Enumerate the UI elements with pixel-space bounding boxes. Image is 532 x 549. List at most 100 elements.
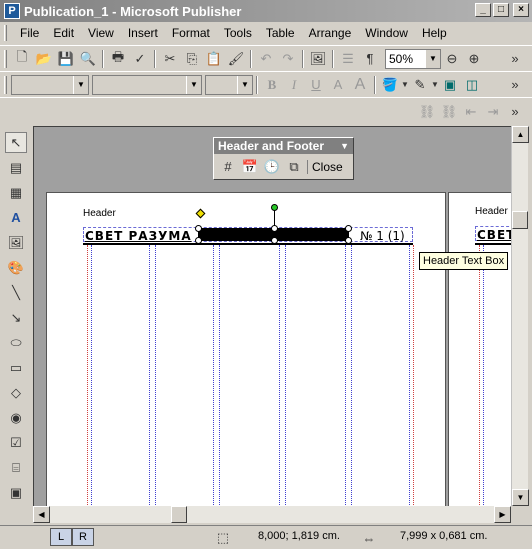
- menu-window[interactable]: Window: [358, 24, 415, 42]
- minimize-button[interactable]: _: [475, 3, 491, 17]
- toolbar-grip[interactable]: [4, 49, 7, 68]
- cut-icon[interactable]: ✂: [159, 48, 181, 70]
- chevron-down-icon[interactable]: ▼: [401, 74, 409, 96]
- select-pointer-icon[interactable]: ↖: [5, 132, 27, 154]
- menu-format[interactable]: Format: [165, 24, 217, 42]
- resize-handle[interactable]: [195, 225, 202, 232]
- page-tab-right[interactable]: R: [72, 528, 94, 546]
- font-combo[interactable]: ▼: [92, 74, 202, 95]
- arrow-icon[interactable]: ↘: [5, 308, 27, 329]
- fill-color-icon[interactable]: 🪣: [379, 74, 401, 96]
- close-button[interactable]: ×: [513, 3, 529, 17]
- design-gallery-icon[interactable]: ▣: [5, 483, 27, 504]
- vertical-scroll-thumb[interactable]: [512, 211, 528, 229]
- shadow-icon[interactable]: ▣: [439, 74, 461, 96]
- zoom-combo[interactable]: 50% ▼: [385, 48, 441, 69]
- font-size-combo[interactable]: ▼: [205, 74, 253, 95]
- menu-help[interactable]: Help: [415, 24, 454, 42]
- paste-icon[interactable]: 📋: [203, 48, 225, 70]
- style-combo[interactable]: ▼: [11, 74, 89, 95]
- header-number[interactable]: № 1 (1): [360, 229, 405, 243]
- previous-frame-icon[interactable]: ⇤: [460, 101, 482, 123]
- chevron-down-icon[interactable]: ▼: [73, 75, 88, 94]
- header-footer-titlebar[interactable]: Header and Footer ▼: [214, 138, 353, 154]
- clipart-icon[interactable]: 🎨: [5, 257, 27, 278]
- text-box-icon[interactable]: ▤: [5, 157, 27, 178]
- oval-icon[interactable]: ⬭: [5, 333, 27, 354]
- italic-icon[interactable]: I: [283, 74, 305, 96]
- chevron-down-icon[interactable]: ▼: [186, 75, 201, 94]
- open-icon[interactable]: 📂: [33, 48, 55, 70]
- insert-object-icon[interactable]: 🖼: [307, 48, 329, 70]
- link-icon[interactable]: ⛓: [416, 101, 438, 123]
- menu-edit[interactable]: Edit: [46, 24, 81, 42]
- horizontal-scroll-thumb[interactable]: [171, 506, 187, 523]
- chevron-down-icon[interactable]: ▼: [237, 75, 252, 94]
- chevron-down-icon[interactable]: ▼: [425, 49, 440, 68]
- scroll-down-icon[interactable]: ▼: [512, 489, 529, 506]
- adjust-handle[interactable]: [195, 208, 206, 219]
- chevron-down-icon[interactable]: ▼: [340, 138, 349, 154]
- switch-header-footer-icon[interactable]: ⧉: [283, 156, 305, 178]
- menu-tools[interactable]: Tools: [217, 24, 259, 42]
- menu-table[interactable]: Table: [259, 24, 302, 42]
- zoom-out-icon[interactable]: ⊖: [441, 48, 463, 70]
- vertical-scrollbar[interactable]: ▲ ▼: [511, 126, 529, 506]
- autoshapes-icon[interactable]: ◇: [5, 383, 27, 404]
- picture-frame-icon[interactable]: 🖼: [5, 232, 27, 253]
- bold-icon[interactable]: B: [261, 74, 283, 96]
- print-icon[interactable]: 🖶: [107, 48, 129, 70]
- toolbar-options-icon[interactable]: »: [504, 74, 526, 96]
- rectangle-icon[interactable]: ▭: [5, 358, 27, 379]
- spelling-icon[interactable]: ✓: [129, 48, 151, 70]
- line-color-icon[interactable]: ✎: [409, 74, 431, 96]
- increase-font-icon[interactable]: A: [349, 74, 371, 96]
- maximize-button[interactable]: □: [493, 3, 509, 17]
- horizontal-scrollbar[interactable]: ◀ ▶: [33, 506, 511, 523]
- scroll-up-icon[interactable]: ▲: [512, 126, 529, 143]
- zoom-in-icon[interactable]: ⊕: [463, 48, 485, 70]
- menu-view[interactable]: View: [81, 24, 121, 42]
- menu-arrange[interactable]: Arrange: [302, 24, 359, 42]
- 3d-icon[interactable]: ◫: [461, 74, 483, 96]
- next-frame-icon[interactable]: ⇥: [482, 101, 504, 123]
- toolbar-options-icon[interactable]: »: [504, 48, 526, 70]
- decrease-font-icon[interactable]: A: [327, 74, 349, 96]
- wordart-icon[interactable]: A: [5, 207, 27, 228]
- header-text[interactable]: СВЕТ РАЗУМА: [85, 229, 192, 243]
- insert-time-icon[interactable]: 🕒: [261, 156, 283, 178]
- search-icon[interactable]: 🔍: [77, 48, 99, 70]
- toolbar-grip[interactable]: [4, 25, 7, 41]
- format-painter-icon[interactable]: 🖌: [225, 48, 247, 70]
- resize-handle[interactable]: [345, 225, 352, 232]
- close-header-footer-button[interactable]: Close: [307, 159, 343, 174]
- columns-icon[interactable]: ☰: [337, 48, 359, 70]
- page-right[interactable]: Header СВЕТ: [448, 192, 511, 506]
- page-number-icon[interactable]: #: [217, 156, 239, 178]
- page-left[interactable]: Header СВЕТ РАЗУМА № 1 (1): [46, 192, 446, 506]
- resize-handle[interactable]: [271, 225, 278, 232]
- undo-icon[interactable]: ↶: [255, 48, 277, 70]
- copy-icon[interactable]: ⎘: [181, 48, 203, 70]
- scroll-left-icon[interactable]: ◀: [33, 506, 50, 523]
- insert-table-icon[interactable]: ▦: [5, 182, 27, 203]
- page-tab-left[interactable]: L: [50, 528, 72, 546]
- html-code-icon[interactable]: ⌸: [5, 458, 27, 479]
- insert-date-icon[interactable]: 📅: [239, 156, 261, 178]
- workspace[interactable]: Header СВЕТ РАЗУМА № 1 (1) Header СВЕТ: [33, 126, 511, 506]
- scroll-right-icon[interactable]: ▶: [494, 506, 511, 523]
- save-icon[interactable]: 💾: [55, 48, 77, 70]
- form-control-icon[interactable]: ☑: [5, 433, 27, 454]
- menu-file[interactable]: File: [13, 24, 46, 42]
- line-icon[interactable]: ╲: [5, 282, 27, 303]
- menu-insert[interactable]: Insert: [121, 24, 165, 42]
- redo-icon[interactable]: ↷: [277, 48, 299, 70]
- pilcrow-icon[interactable]: ¶: [359, 48, 381, 70]
- header-text[interactable]: СВЕТ: [477, 228, 511, 242]
- toolbar-grip[interactable]: [4, 75, 7, 94]
- underline-icon[interactable]: U: [305, 74, 327, 96]
- hotspot-icon[interactable]: ◉: [5, 408, 27, 429]
- new-icon[interactable]: 🗋: [11, 48, 33, 70]
- toolbar-options-icon[interactable]: »: [504, 101, 526, 123]
- unlink-icon[interactable]: ⛓: [438, 101, 460, 123]
